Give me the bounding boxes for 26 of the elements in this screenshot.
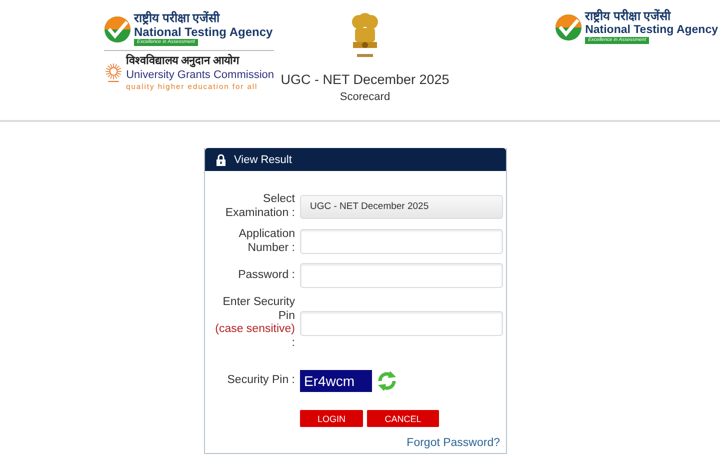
forgot-password-link[interactable]: Forgot Password? — [406, 437, 500, 449]
login-button[interactable]: LOGIN — [300, 410, 363, 427]
field-label: Security Pin : — [226, 374, 295, 388]
input-field[interactable] — [300, 229, 503, 254]
field-label: Application Number : — [238, 228, 295, 255]
commission-name: University Grants Commission — [126, 68, 274, 82]
exam-select[interactable]: UGC - NET December 2025 — [300, 194, 503, 218]
page-subtitle: Scorecard — [340, 91, 390, 103]
hindi-name: राष्ट्रीय परीक्षा एजेंसी — [134, 12, 221, 25]
field-label: Password : — [237, 268, 295, 282]
field-label: Enter Security Pin (case sensitive) : — [214, 296, 295, 350]
panel-title: View Result — [234, 154, 292, 166]
input-field[interactable] — [300, 263, 503, 288]
agency-name: National Testing Agency — [585, 23, 718, 37]
field-label: Select Examination : — [224, 193, 295, 220]
lock-icon — [216, 154, 226, 166]
cancel-button[interactable]: CANCEL — [367, 410, 439, 427]
input-field[interactable] — [300, 310, 503, 336]
page-title: UGC - NET December 2025 — [280, 72, 450, 87]
hindi-name: राष्ट्रीय परीक्षा एजेंसी — [585, 10, 672, 23]
checkmark-logo-icon — [104, 16, 131, 42]
agency-name: National Testing Agency — [134, 25, 273, 39]
checkmark-logo-icon — [555, 14, 582, 40]
captcha-image: Er4wcm — [300, 370, 372, 392]
hindi-name: विश्वविद्यालय अनुदान आयोग — [126, 55, 240, 68]
refresh-icon[interactable] — [376, 370, 398, 392]
